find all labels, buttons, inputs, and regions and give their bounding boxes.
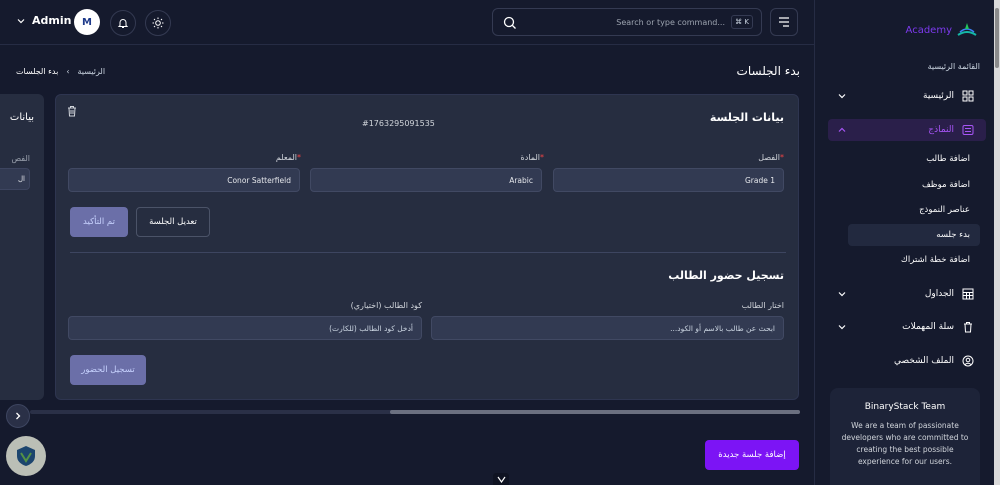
session-card: بيانات الجلسة #1763295091535 *الفصل Grad… — [55, 94, 799, 400]
search-bar[interactable]: Search or type command... ⌘ K — [492, 8, 762, 36]
sidebar-item-label: الرئيسية — [923, 91, 954, 101]
user-name: Admin — [32, 14, 72, 27]
field-value: Arabic — [509, 175, 533, 185]
shield-icon — [17, 446, 35, 466]
subject-field[interactable]: Arabic — [310, 168, 542, 192]
watermark-logo — [6, 436, 46, 476]
chevron-left-icon: ‹ — [66, 67, 70, 76]
student-code-input[interactable]: أدخل كود الطالب (للكارت) — [68, 316, 422, 340]
input-placeholder: ابحث عن طالب بالاسم أو الكود... — [670, 323, 775, 333]
adjacent-card: بيانات الفص ال — [0, 94, 44, 400]
sub-item-label: اضافة خطة اشتراك — [900, 255, 970, 265]
sub-item-form-elements[interactable]: عناصر النموذج — [848, 199, 980, 221]
sidebar-item-label: الملف الشخصي — [894, 356, 954, 366]
student-code-label: كود الطالب (اختياري) — [350, 301, 422, 310]
topbar: Admin M Search or type command... ⌘ K — [0, 0, 814, 45]
chevron-up-icon — [836, 124, 848, 136]
sun-icon — [152, 17, 164, 29]
breadcrumb-current: بدء الجلسات — [16, 67, 59, 76]
student-search-input[interactable]: ابحث عن طالب بالاسم أو الكود... — [431, 316, 784, 340]
team-description: We are a team of passionate developers w… — [841, 421, 969, 466]
sub-item-label: اضافة طالب — [926, 154, 970, 164]
student-select-label: اختار الطالب — [741, 301, 784, 310]
edit-session-button[interactable]: تعديل الجلسة — [136, 207, 210, 237]
teacher-field[interactable]: Conor Satterfield — [68, 168, 300, 192]
logo-text: Academy — [905, 24, 952, 36]
book-logo-icon — [957, 23, 977, 36]
field-value: Grade 1 — [744, 175, 775, 185]
search-shortcut: ⌘ K — [731, 15, 753, 29]
sub-item-add-subscription[interactable]: اضافة خطة اشتراك — [848, 249, 980, 271]
team-card: BinaryStack Team We are a team of passio… — [830, 388, 980, 485]
adjacent-card-label: الفص — [11, 154, 30, 163]
menu-title: القائمة الرئيسية — [927, 62, 980, 71]
search-placeholder: Search or type command... — [616, 18, 725, 27]
breadcrumb-home[interactable]: الرئيسية — [78, 67, 106, 76]
chevron-down-icon[interactable] — [493, 473, 509, 485]
notifications-button[interactable] — [110, 10, 136, 36]
user-circle-icon — [962, 355, 974, 367]
session-id: #1763295091535 — [362, 119, 435, 128]
divider — [70, 252, 786, 253]
search-icon — [503, 16, 516, 29]
record-attendance-button[interactable]: تسجيل الحضور — [70, 355, 146, 385]
sidebar-item-label: سلة المهملات — [902, 322, 954, 332]
delete-icon[interactable] — [66, 105, 78, 117]
chevron-down-icon — [17, 18, 25, 23]
menu-toggle-button[interactable] — [770, 8, 798, 36]
sub-item-start-session[interactable]: بدء جلسه — [848, 224, 980, 246]
sidebar-item-profile[interactable]: الملف الشخصي — [828, 350, 986, 372]
attendance-title: تسجيل حضور الطالب — [668, 269, 784, 282]
scrollbar-thumb[interactable] — [390, 410, 800, 414]
add-session-button[interactable]: إضافة جلسة جديدة — [705, 440, 799, 470]
sidebar-item-label: الجداول — [924, 289, 954, 299]
chevron-down-icon — [836, 90, 848, 102]
sidebar-item-trash[interactable]: سلة المهملات — [828, 316, 986, 338]
class-field[interactable]: Grade 1 — [553, 168, 784, 192]
breadcrumb: بدء الجلسات ‹ الرئيسية — [16, 67, 105, 76]
subject-label: *المادة — [520, 153, 544, 162]
sub-item-label: اضافة موظف — [922, 180, 970, 190]
field-value: ال — [17, 175, 25, 183]
avatar-text: M — [82, 16, 92, 28]
sidebar-item-home[interactable]: الرئيسية — [828, 85, 986, 107]
sidebar: Academy القائمة الرئيسية الرئيسية النماذ… — [814, 0, 1000, 485]
confirmed-button[interactable]: تم التأكيد — [70, 207, 128, 237]
scrollbar-thumb[interactable] — [995, 8, 999, 68]
session-card-title: بيانات الجلسة — [709, 111, 784, 124]
class-label: *الفصل — [758, 153, 784, 162]
form-icon — [962, 124, 974, 136]
adjacent-card-field[interactable]: ال — [0, 168, 30, 190]
menu-icon — [779, 17, 789, 27]
sidebar-item-tables[interactable]: الجداول — [828, 283, 986, 305]
teacher-label: *المعلم — [275, 153, 301, 162]
sidebar-scrollbar[interactable] — [994, 0, 1000, 485]
team-title: BinaryStack Team — [864, 402, 946, 412]
input-placeholder: أدخل كود الطالب (للكارت) — [329, 323, 413, 333]
chevron-down-icon — [836, 288, 848, 300]
chevron-right-icon — [16, 412, 21, 420]
horizontal-scrollbar[interactable] — [30, 410, 800, 414]
sub-item-add-employee[interactable]: اضافة موظف — [848, 174, 980, 196]
sub-item-label: بدء جلسه — [936, 230, 970, 240]
page-title: بدء الجلسات — [736, 64, 800, 78]
field-value: Conor Satterfield — [227, 175, 291, 185]
sidebar-item-label: النماذج — [928, 125, 954, 135]
grid-icon — [962, 90, 974, 102]
bell-icon — [117, 19, 129, 28]
theme-toggle-button[interactable] — [145, 10, 171, 36]
sub-item-label: عناصر النموذج — [919, 205, 970, 215]
scroll-left-button[interactable] — [6, 404, 30, 428]
sub-item-add-student[interactable]: اضافة طالب — [848, 148, 980, 170]
adjacent-card-title: بيانات — [9, 112, 34, 123]
table-icon — [962, 288, 974, 300]
user-menu[interactable]: Admin — [16, 14, 71, 27]
sidebar-item-forms[interactable]: النماذج — [828, 119, 986, 141]
avatar[interactable]: M — [74, 9, 100, 35]
trash-icon — [962, 321, 974, 333]
chevron-down-icon — [836, 321, 848, 333]
app-logo[interactable]: Academy — [906, 20, 978, 40]
